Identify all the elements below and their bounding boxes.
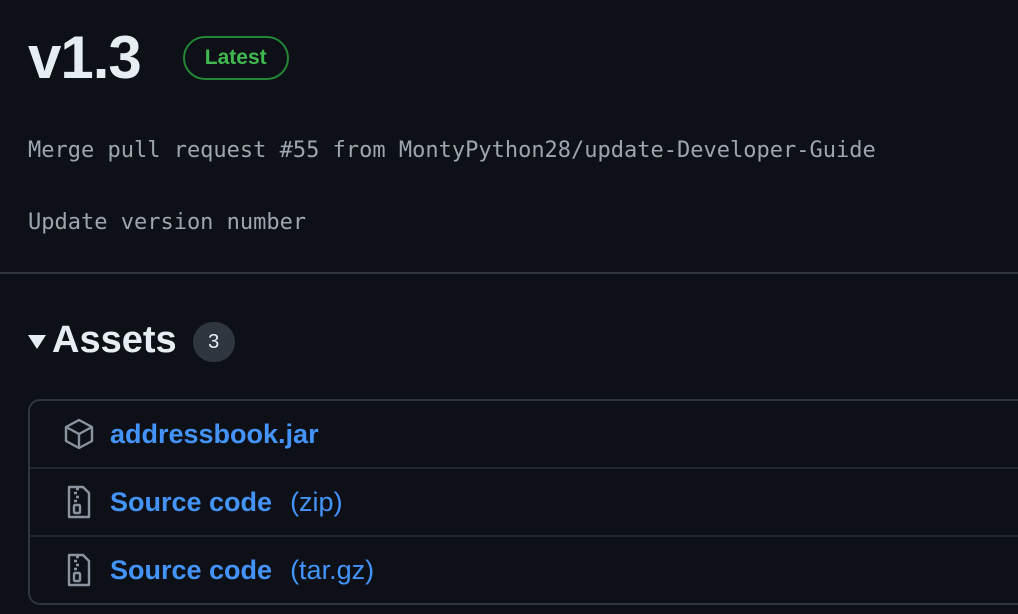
release-note-line: Update version number [28, 210, 307, 235]
asset-list: addressbook.jar Source code (zip) Source… [28, 399, 1018, 605]
latest-badge: Latest [182, 36, 289, 80]
asset-link-source-zip[interactable]: Source code [110, 487, 272, 518]
file-zip-icon [64, 553, 94, 587]
release-page: v1.3 Latest Merge pull request #55 from … [0, 0, 1018, 614]
release-notes: Merge pull request #55 from MontyPython2… [28, 136, 876, 238]
caret-down-icon [28, 335, 46, 349]
package-icon [64, 417, 94, 451]
release-note-line: Merge pull request #55 from MontyPython2… [28, 138, 876, 163]
asset-row: Source code (tar.gz) [30, 535, 1018, 603]
section-divider [0, 272, 1018, 274]
release-header: v1.3 Latest [28, 16, 289, 100]
asset-row: Source code (zip) [30, 467, 1018, 535]
assets-count-badge: 3 [192, 322, 235, 362]
assets-heading: Assets [52, 319, 177, 361]
asset-format-label[interactable]: (tar.gz) [290, 555, 374, 586]
asset-format-label[interactable]: (zip) [290, 487, 343, 518]
release-version-title[interactable]: v1.3 [28, 16, 142, 100]
file-zip-icon [64, 485, 94, 519]
asset-link-source-targz[interactable]: Source code [110, 555, 272, 586]
assets-toggle[interactable]: Assets 3 [28, 318, 235, 362]
asset-row: addressbook.jar [30, 401, 1018, 467]
asset-link-addressbook-jar[interactable]: addressbook.jar [110, 419, 319, 450]
